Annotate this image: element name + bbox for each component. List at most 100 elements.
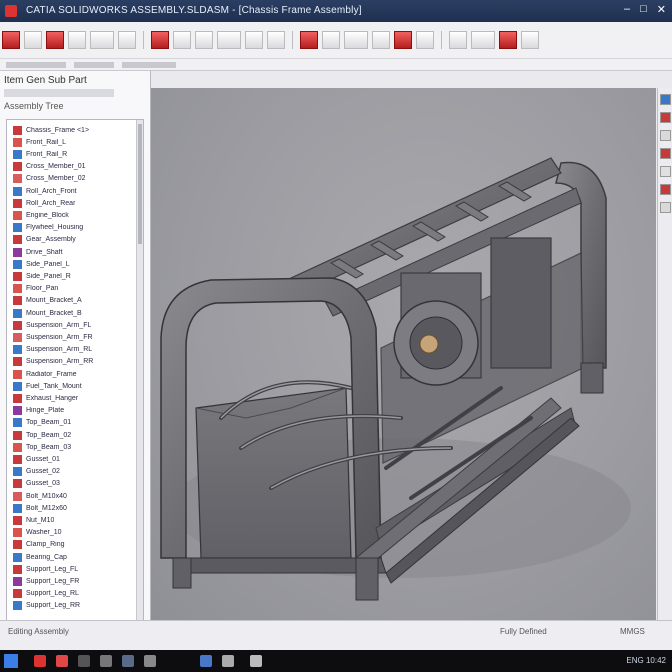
tree-item[interactable]: Floor_Pan — [7, 283, 133, 295]
tree-item[interactable]: Top_Beam_03 — [7, 441, 133, 453]
toolbar-sub-item[interactable] — [6, 62, 66, 68]
close-icon[interactable]: ✕ — [657, 3, 666, 16]
tree-item[interactable]: Bearing_Cap — [7, 551, 133, 563]
tree-item[interactable]: Gusset_02 — [7, 466, 133, 478]
tree-scrollbar[interactable] — [136, 120, 143, 620]
options-button[interactable] — [173, 31, 191, 49]
new-file-button[interactable] — [2, 31, 20, 49]
taskbar-app-icon[interactable] — [78, 655, 90, 667]
zoom-fit-button[interactable] — [195, 31, 213, 49]
tree-item-label: Bolt_M12x60 — [26, 504, 67, 512]
taskbar-app-icon[interactable] — [34, 655, 46, 667]
interference-button[interactable] — [499, 31, 517, 49]
rebuild-button[interactable] — [151, 31, 169, 49]
toolbar-separator — [441, 31, 442, 49]
tree-item[interactable]: Suspension_Arm_RL — [7, 344, 133, 356]
status-right[interactable]: MMGS — [620, 627, 645, 636]
tree-scroll-thumb[interactable] — [138, 124, 142, 244]
measure-button[interactable] — [449, 31, 467, 49]
tree-item[interactable]: Gusset_01 — [7, 453, 133, 465]
forum-tab-icon[interactable] — [660, 202, 671, 213]
view-palette-tab-icon[interactable] — [660, 148, 671, 159]
tree-item[interactable]: Suspension_Arm_FR — [7, 331, 133, 343]
tree-item[interactable]: Hinge_Plate — [7, 405, 133, 417]
tree-item[interactable]: Suspension_Arm_FL — [7, 319, 133, 331]
tree-item-label: Washer_10 — [26, 529, 62, 537]
tree-item[interactable]: Exhaust_Hanger — [7, 392, 133, 404]
tree-item[interactable]: Drive_Shaft — [7, 246, 133, 258]
tree-item[interactable]: Chassis_Frame <1> — [7, 124, 133, 136]
hide-show-button[interactable] — [372, 31, 390, 49]
taskbar-app-icon[interactable] — [250, 655, 262, 667]
mass-properties-button[interactable] — [471, 31, 495, 49]
toolbar-sub-item[interactable] — [74, 62, 114, 68]
open-button[interactable] — [24, 31, 42, 49]
tree-item[interactable]: Side_Panel_R — [7, 270, 133, 282]
filter-field[interactable] — [4, 89, 114, 97]
pan-button[interactable] — [267, 31, 285, 49]
taskbar-app-icon[interactable] — [200, 655, 212, 667]
tree-item[interactable]: Washer_10 — [7, 527, 133, 539]
start-icon[interactable] — [4, 654, 18, 668]
part-icon — [13, 320, 22, 330]
tree-item[interactable]: Bolt_M10x40 — [7, 490, 133, 502]
taskbar-app-icon[interactable] — [122, 655, 134, 667]
assembly-3d-model[interactable] — [151, 88, 656, 620]
design-library-tab-icon[interactable] — [660, 112, 671, 123]
tree-item[interactable]: Mount_Bracket_B — [7, 307, 133, 319]
tree-item[interactable]: Side_Panel_L — [7, 258, 133, 270]
part-icon — [13, 528, 22, 538]
taskbar-app-icon[interactable] — [56, 655, 68, 667]
tree-item[interactable]: Front_Rail_L — [7, 136, 133, 148]
taskbar-app-icon[interactable] — [100, 655, 112, 667]
graphics-viewport[interactable] — [151, 88, 656, 620]
zoom-area-button[interactable] — [217, 31, 241, 49]
tree-item[interactable]: Roll_Arch_Rear — [7, 197, 133, 209]
tree-item[interactable]: Support_Leg_RL — [7, 588, 133, 600]
tree-item[interactable]: Support_Leg_RR — [7, 600, 133, 612]
display-style-button[interactable] — [344, 31, 368, 49]
view-orientation-button[interactable] — [322, 31, 340, 49]
tree-item[interactable]: Top_Beam_02 — [7, 429, 133, 441]
tree-item[interactable]: Support_Leg_FL — [7, 563, 133, 575]
appearance-button[interactable] — [394, 31, 412, 49]
save-button[interactable] — [46, 31, 64, 49]
print-button[interactable] — [68, 31, 86, 49]
tree-item[interactable]: Flywheel_Housing — [7, 222, 133, 234]
tree-item[interactable]: Top_Beam_01 — [7, 417, 133, 429]
maximize-icon[interactable]: □ — [640, 3, 647, 16]
tree-item[interactable]: Clamp_Ring — [7, 539, 133, 551]
tree-item[interactable]: Cross_Member_02 — [7, 173, 133, 185]
undo-button[interactable] — [90, 31, 114, 49]
toolbar-sub-item[interactable] — [122, 62, 176, 68]
tree-item[interactable]: Mount_Bracket_A — [7, 295, 133, 307]
assembly-tree[interactable]: Chassis_Frame <1> Front_Rail_L Front_Rail_… — [6, 119, 144, 621]
resources-tab-icon[interactable] — [660, 94, 671, 105]
explode-button[interactable] — [521, 31, 539, 49]
scene-button[interactable] — [416, 31, 434, 49]
tree-item[interactable]: Roll_Arch_Front — [7, 185, 133, 197]
taskbar-app-icon[interactable] — [144, 655, 156, 667]
tree-item[interactable]: Cross_Member_01 — [7, 161, 133, 173]
custom-properties-tab-icon[interactable] — [660, 184, 671, 195]
tree-item[interactable]: Gusset_03 — [7, 478, 133, 490]
redo-button[interactable] — [118, 31, 136, 49]
tree-item[interactable]: Suspension_Arm_RR — [7, 356, 133, 368]
tree-item[interactable]: Radiator_Frame — [7, 368, 133, 380]
tree-item-label: Support_Leg_RR — [26, 602, 81, 610]
tree-item[interactable]: Nut_M10 — [7, 514, 133, 526]
tree-item[interactable]: Engine_Block — [7, 209, 133, 221]
section-view-button[interactable] — [300, 31, 318, 49]
tree-item[interactable]: Front_Rail_R — [7, 148, 133, 160]
rotate-button[interactable] — [245, 31, 263, 49]
file-explorer-tab-icon[interactable] — [660, 130, 671, 141]
tree-item[interactable]: Gear_Assembly — [7, 234, 133, 246]
taskbar-app-icon[interactable] — [222, 655, 234, 667]
tree-item[interactable]: Bolt_M12x60 — [7, 502, 133, 514]
tree-item[interactable]: Support_Leg_FR — [7, 575, 133, 587]
part-icon — [13, 418, 22, 428]
minimize-icon[interactable]: – — [624, 3, 630, 16]
tree-item[interactable]: Fuel_Tank_Mount — [7, 380, 133, 392]
tree-item-label: Mount_Bracket_A — [26, 297, 82, 305]
appearances-tab-icon[interactable] — [660, 166, 671, 177]
